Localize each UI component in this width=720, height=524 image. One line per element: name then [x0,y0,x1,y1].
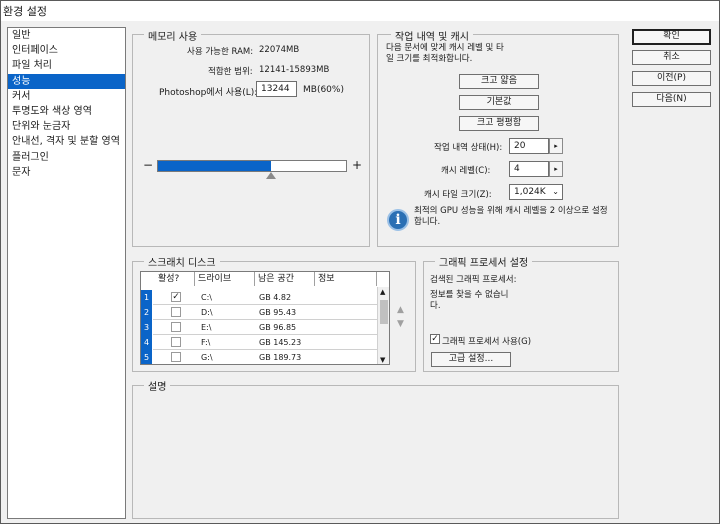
detected-gpu-label: 검색된 그래픽 프로세서: [430,275,517,285]
space-cell: GB 145.23 [259,338,302,347]
nav-item-transparency[interactable]: 투명도와 색상 영역 [8,104,125,119]
header-info[interactable]: 정보 [315,272,377,286]
active-checkbox[interactable] [171,337,181,347]
use-gpu-checkbox[interactable]: ✓ [430,334,440,344]
table-row[interactable]: 1 ✓ C:\ GB 4.82 [141,290,377,305]
move-down-icon[interactable]: ▼ [397,319,404,329]
row-number: 1 [141,290,152,305]
nav-item-plugins[interactable]: 플러그인 [8,150,125,165]
table-row[interactable]: 2 D:\ GB 95.43 [141,305,377,320]
history-cache-description: 다음 문서에 맞게 캐시 레벨 및 타일 크기를 최적화합니다. [386,43,504,64]
use-gpu-label: 그래픽 프로세서 사용(G) [442,337,532,347]
scratch-disks-title: 스크래치 디스크 [144,254,220,269]
available-ram-label: 사용 가능한 RAM: [187,47,254,57]
ideal-range-label: 적합한 범위: [208,67,253,77]
window-title: 환경 설정 [3,5,47,18]
detected-gpu-value: 정보를 찾을 수 없습니다. [430,290,509,311]
history-states-spinner[interactable]: ▸ [549,138,563,154]
header-active[interactable]: 활성? [155,272,195,286]
drive-cell: E:\ [201,323,212,332]
memory-use-suffix: MB(60%) [303,85,344,95]
space-cell: GB 96.85 [259,323,297,332]
space-cell: GB 189.73 [259,353,302,362]
active-checkbox[interactable] [171,352,181,362]
scroll-down-icon[interactable]: ▼ [380,356,385,364]
nav-item-guides-grid[interactable]: 안내선, 격자 및 분할 영역 [8,134,125,149]
gpu-info-text: 최적의 GPU 성능을 위해 캐시 레벨을 2 이상으로 설정합니다. [414,206,608,227]
ok-button[interactable]: 확인 [632,29,711,45]
active-checkbox[interactable]: ✓ [171,292,181,302]
cache-levels-input[interactable]: 4 [509,161,549,177]
nav-item-performance[interactable]: 성능 [8,73,125,89]
nav-item-interface[interactable]: 인터페이스 [8,43,125,58]
default-button[interactable]: 기본값 [459,95,539,110]
space-cell: GB 95.43 [259,308,297,317]
space-cell: GB 4.82 [259,293,292,302]
nav-item-cursors[interactable]: 커서 [8,89,125,104]
nav-item-units-rulers[interactable]: 단위와 눈금자 [8,119,125,134]
memory-usage-title: 메모리 사용 [144,28,202,43]
row-number: 2 [141,305,152,320]
chevron-down-icon: ⌄ [552,187,559,196]
next-button[interactable]: 다음(N) [632,92,711,107]
scratch-disk-table[interactable]: 활성? 드라이브 남은 공간 정보 1 ✓ C:\ GB 4.82 2 D:\ … [140,271,390,365]
scroll-thumb[interactable] [380,300,388,324]
category-list[interactable]: 일반 인터페이스 파일 처리 성능 커서 투명도와 색상 영역 단위와 눈금자 … [7,27,126,519]
drive-cell: G:\ [201,353,213,362]
table-row[interactable]: 3 E:\ GB 96.85 [141,320,377,335]
row-number: 3 [141,320,152,335]
scroll-up-icon[interactable]: ▲ [380,288,385,296]
history-states-input[interactable]: 20 [509,138,549,154]
history-cache-title: 작업 내역 및 캐시 [391,28,473,43]
header-drive[interactable]: 드라이브 [195,272,255,286]
prev-button[interactable]: 이전(P) [632,71,711,86]
title-bar: 환경 설정 [1,1,719,21]
slider-minus-label: − [143,158,154,172]
big-flat-button[interactable]: 크고 평평함 [459,116,539,131]
preferences-dialog: 환경 설정 일반 인터페이스 파일 처리 성능 커서 투명도와 색상 영역 단위… [0,0,720,524]
photoshop-use-label: Photoshop에서 사용(L): [159,88,258,98]
ideal-range-value: 12141-15893MB [259,65,330,75]
move-up-icon[interactable]: ▲ [397,305,404,315]
row-number: 4 [141,335,152,350]
table-row[interactable]: 5 G:\ GB 189.73 [141,350,377,365]
memory-slider-fill [158,161,271,171]
gpu-settings-title: 그래픽 프로세서 설정 [435,254,533,269]
active-checkbox[interactable] [171,307,181,317]
table-row[interactable]: 4 F:\ GB 145.23 [141,335,377,350]
cache-levels-label: 캐시 레벨(C): [441,166,491,176]
cache-tile-size-select[interactable]: 1,024K ⌄ [509,184,563,200]
nav-item-general[interactable]: 일반 [8,28,125,43]
drive-cell: F:\ [201,338,211,347]
memory-use-input[interactable]: 13244 [256,81,297,97]
cache-tile-size-value: 1,024K [514,187,546,197]
history-states-label: 작업 내역 상태(H): [434,143,503,153]
cache-tile-size-label: 캐시 타일 크기(Z): [424,190,492,200]
memory-slider-track[interactable] [157,160,347,172]
info-icon: i [387,209,409,231]
memory-slider-thumb[interactable] [266,172,276,179]
drive-cell: D:\ [201,308,213,317]
nav-item-type[interactable]: 문자 [8,165,125,180]
slider-plus-label: + [352,158,363,172]
cache-levels-spinner[interactable]: ▸ [549,161,563,177]
active-checkbox[interactable] [171,322,181,332]
row-divider [153,364,377,365]
tall-thin-button[interactable]: 크고 얇음 [459,74,539,89]
row-number: 5 [141,350,152,364]
description-title: 설명 [144,378,171,393]
drive-cell: C:\ [201,293,212,302]
description-group [132,385,619,519]
cancel-button[interactable]: 취소 [632,50,711,65]
available-ram-value: 22074MB [259,45,300,55]
table-scrollbar[interactable]: ▲ ▼ [377,287,389,364]
header-free-space[interactable]: 남은 공간 [255,272,315,286]
nav-item-file-handling[interactable]: 파일 처리 [8,58,125,73]
advanced-settings-button[interactable]: 고급 설정... [431,352,511,367]
